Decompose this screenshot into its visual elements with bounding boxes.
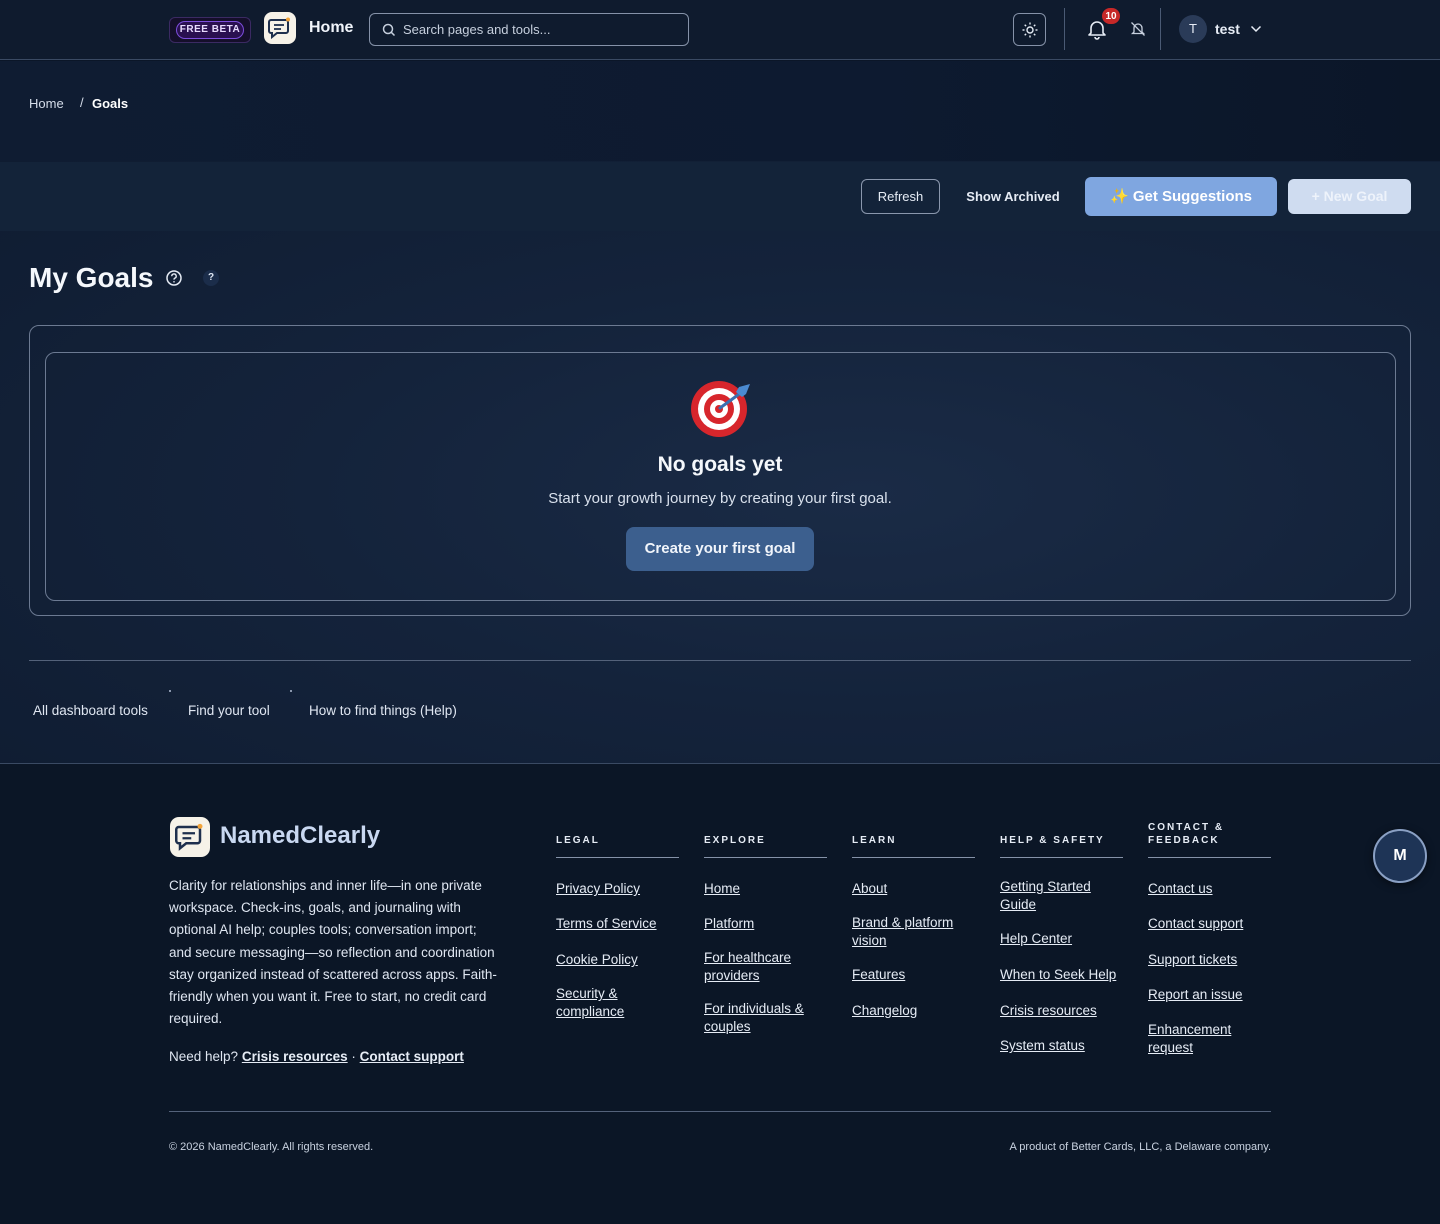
footer-link[interactable]: Report an issue [1148,986,1243,1004]
footer-link[interactable]: Terms of Service [556,915,657,933]
show-archived-button[interactable]: Show Archived [950,179,1076,214]
footer-heading-line [556,857,679,858]
assistant-fab-button[interactable]: M [1373,829,1427,883]
notification-badge: 10 [1101,7,1121,25]
footer-heading-line [1148,857,1271,858]
separator-dot [290,690,292,692]
help-button[interactable]: ? [203,270,219,286]
footer-link[interactable]: Platform [704,915,754,933]
user-name[interactable]: test [1215,21,1240,37]
footer-divider [169,1111,1271,1112]
chevron-down-icon[interactable] [1250,24,1262,34]
footer-link[interactable]: Crisis resources [1000,1002,1097,1020]
footer-heading-explore: EXPLORE [704,835,766,846]
copyright: © 2026 NamedClearly. All rights reserved… [169,1141,374,1153]
bell-off-icon[interactable] [1130,21,1146,37]
empty-subtitle: Start your growth journey by creating yo… [548,490,892,507]
theme-toggle-button[interactable] [1013,13,1046,46]
footer-heading-line [852,857,975,858]
header-divider [1064,8,1065,50]
beta-label: FREE BETA [176,21,244,39]
new-goal-button[interactable]: + New Goal [1288,179,1411,214]
app-logo[interactable] [264,12,296,44]
breadcrumb-home[interactable]: Home [29,96,64,111]
footer-link[interactable]: Getting Started Guide [1000,878,1110,914]
footer-link[interactable]: Home [704,880,740,898]
footer-link[interactable]: Privacy Policy [556,880,640,898]
footer-contact-link[interactable]: Contact support [360,1049,464,1064]
footer-help-dot: · [351,1049,356,1064]
footer-link[interactable]: Contact us [1148,880,1213,898]
footer-link[interactable]: Brand & platform vision [852,914,964,950]
header-title[interactable]: Home [309,19,353,37]
footer-link[interactable]: Contact support [1148,915,1243,933]
separator-dot [169,690,171,692]
footer-link[interactable]: For healthcare providers [704,949,816,985]
breadcrumb-band [0,61,1440,161]
footer-heading-contact: CONTACT & FEEDBACK [1148,822,1225,846]
empty-title: No goals yet [657,453,783,476]
footer-help-prefix: Need help? [169,1049,239,1064]
tool-link-dashboard[interactable]: All dashboard tools [33,703,148,718]
footer-heading-learn: LEARN [852,835,897,846]
footer-help: Need help? Crisis resources · Contact su… [169,1049,464,1064]
footer-link[interactable]: Cookie Policy [556,951,638,969]
footer-heading-line [1000,857,1123,858]
footer-link[interactable]: About [852,880,887,898]
footer-heading-line [704,857,827,858]
search-input[interactable]: Search pages and tools... [369,13,689,46]
footer-heading-legal: LEGAL [556,835,600,846]
footer-description: Clarity for relationships and inner life… [169,878,497,1027]
get-suggestions-button[interactable]: ✨ Get Suggestions [1085,177,1277,216]
footer-link[interactable]: System status [1000,1037,1085,1055]
search-placeholder: Search pages and tools... [403,22,551,37]
divider [29,660,1411,661]
footer-link[interactable]: Enhancement request [1148,1021,1248,1057]
help-circle-icon[interactable] [165,269,183,287]
avatar[interactable]: T [1179,15,1207,43]
tool-link-find[interactable]: Find your tool [188,703,270,718]
target-icon [691,381,750,437]
breadcrumb-separator: / [80,95,84,110]
sun-icon [1022,22,1038,38]
footer-link[interactable]: Security & compliance [556,985,646,1021]
footer-link[interactable]: When to Seek Help [1000,966,1116,984]
footer-crisis-link[interactable]: Crisis resources [242,1049,348,1064]
chat-logo-icon [268,17,290,40]
footer-link[interactable]: Changelog [852,1002,917,1020]
footer-link[interactable]: Support tickets [1148,951,1237,969]
company-note: A product of Better Cards, LLC, a Delawa… [1009,1141,1271,1153]
page-title: My Goals [29,262,154,293]
refresh-button[interactable]: Refresh [861,179,940,214]
beta-badge: FREE BETA [169,17,251,43]
search-icon [382,23,396,37]
footer-link[interactable]: For individuals & couples [704,1000,816,1036]
create-first-goal-button[interactable]: Create your first goal [626,527,814,571]
footer-brand: NamedClearly [220,822,381,849]
breadcrumb-current: Goals [92,96,129,111]
chat-logo-icon [175,823,203,851]
footer-link[interactable]: Help Center [1000,930,1072,948]
header-divider [1160,8,1161,50]
footer-link[interactable]: Features [852,966,905,984]
footer-heading-help-safety: HELP & SAFETY [1000,835,1105,846]
tool-link-help[interactable]: How to find things (Help) [309,703,457,718]
footer-logo[interactable] [170,817,210,857]
